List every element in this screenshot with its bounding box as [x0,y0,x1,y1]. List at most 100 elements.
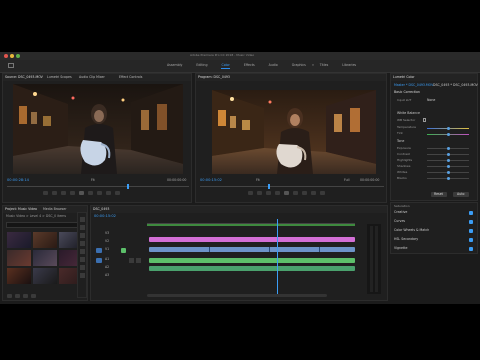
workspace-tab-audio[interactable]: Audio [269,63,278,69]
type-tool-icon[interactable] [80,273,85,278]
program-export-frame-icon[interactable] [320,191,325,195]
new-bin-icon[interactable] [23,294,28,298]
source-patch-a1[interactable] [96,258,102,263]
creative-enable-checkbox[interactable] [469,211,473,215]
contrast-slider[interactable] [427,153,469,156]
tab-source[interactable]: Source: DSC_0493.MOV [5,75,43,79]
contrast-knob[interactable] [447,153,450,156]
eyedropper-icon[interactable] [423,118,426,122]
tab-audio-clip-mixer[interactable]: Audio Clip Mixer [79,75,105,79]
selection-tool-icon[interactable] [80,217,85,222]
lumetri-source-clip[interactable]: Master * DSC_0493.MOV [394,83,433,87]
workspace-tab-color[interactable]: Color [221,63,230,70]
program-in-point-icon[interactable] [257,191,262,195]
timeline-timecode[interactable]: 00:00:15:02 [94,214,116,219]
track-label-v2[interactable]: V2 [105,239,109,243]
tab-lumetri-color[interactable]: Lumetri Color [393,75,415,79]
tab-project[interactable]: Project: Music Video [5,207,37,211]
temperature-knob[interactable] [447,127,450,130]
slip-tool-icon[interactable] [80,249,85,254]
lift-icon[interactable] [302,191,307,195]
auto-button[interactable]: Auto [453,192,469,197]
step-back-icon[interactable] [70,191,75,195]
program-zoom-select[interactable]: Fit [256,178,260,182]
new-item-icon[interactable] [31,294,36,298]
track-select-tool-icon[interactable] [80,225,85,230]
razor-tool-icon[interactable] [80,241,85,246]
edit-point[interactable] [319,247,320,252]
minimize-window-icon[interactable] [10,54,14,58]
track-label-a2[interactable]: A2 [105,265,109,269]
temperature-slider[interactable] [427,127,469,130]
blacks-slider[interactable] [427,177,469,180]
play-icon[interactable] [79,191,84,195]
workspace-tab-editing[interactable]: Editing [196,63,207,69]
workspace-tab-titles[interactable]: Titles [320,63,329,69]
program-step-forward-icon[interactable] [293,191,298,195]
workspace-overflow-icon[interactable]: » [312,63,314,67]
toggle-track-output-icon[interactable] [121,248,126,253]
thumbnail-clip[interactable] [33,232,57,248]
tab-effect-controls[interactable]: Effect Controls [119,75,142,79]
thumbnail-clip[interactable] [33,250,57,266]
source-video-frame[interactable] [13,84,183,174]
icon-view-icon[interactable] [15,294,20,298]
section-basic-correction[interactable]: Basic Correction [394,90,420,94]
section-creative[interactable]: Creative [394,210,407,214]
hand-tool-icon[interactable] [80,265,85,270]
track-label-v1[interactable]: V1 [105,247,109,251]
work-area-bar[interactable] [147,224,355,226]
program-step-back-icon[interactable] [275,191,280,195]
section-color-wheels[interactable]: Color Wheels & Match [394,228,429,232]
whites-knob[interactable] [447,171,450,174]
shadows-slider[interactable] [427,165,469,168]
section-hsl-secondary[interactable]: HSL Secondary [394,237,418,241]
section-curves[interactable]: Curves [394,219,405,223]
reset-button[interactable]: Reset [431,192,447,197]
pen-tool-icon[interactable] [80,257,85,262]
color-wheels-enable-checkbox[interactable] [469,229,473,233]
tab-program[interactable]: Program: DSC_0493 [198,75,230,79]
step-forward-icon[interactable] [88,191,93,195]
source-timecode[interactable]: 00:00:28:14 [7,178,29,183]
highlights-slider[interactable] [427,159,469,162]
marker-icon[interactable] [43,191,48,195]
exposure-knob[interactable] [447,147,450,150]
curves-enable-checkbox[interactable] [469,220,473,224]
thumbnail-clip[interactable] [33,268,57,284]
solo-track-icon[interactable] [136,258,141,263]
video-clip-v1[interactable] [149,247,355,252]
section-vignette[interactable]: Vignette [394,246,407,250]
track-label-a1[interactable]: A1 [105,257,109,261]
timeline-scrollbar[interactable] [147,294,327,297]
ripple-edit-tool-icon[interactable] [80,233,85,238]
track-label-a3[interactable]: A3 [105,273,109,277]
thumbnail-clip[interactable] [7,250,31,266]
mute-track-icon[interactable] [129,258,134,263]
program-quality-select[interactable]: Full [344,178,349,182]
tab-media-browser[interactable]: Media Browser [43,207,67,211]
extract-icon[interactable] [311,191,316,195]
out-point-icon[interactable] [61,191,66,195]
vignette-enable-checkbox[interactable] [469,247,473,251]
program-video-frame[interactable] [212,90,376,174]
tab-lumetri-scopes[interactable]: Lumetri Scopes [47,75,72,79]
in-point-icon[interactable] [52,191,57,195]
hsl-enable-checkbox[interactable] [469,238,473,242]
shadows-knob[interactable] [447,165,450,168]
program-play-icon[interactable] [284,191,289,195]
edit-point[interactable] [269,247,270,252]
timeline-playhead[interactable] [277,219,278,297]
tab-timeline-sequence[interactable]: DSC_0493 [93,207,109,211]
tint-slider[interactable] [427,133,469,136]
source-playhead[interactable] [127,184,129,189]
insert-icon[interactable] [97,191,102,195]
workspace-tab-graphics[interactable]: Graphics [292,63,306,69]
source-scrub-bar[interactable] [7,184,189,189]
project-search-input[interactable] [6,222,86,228]
audio-clip-a2[interactable] [149,266,355,271]
exposure-slider[interactable] [427,147,469,150]
overwrite-icon[interactable] [106,191,111,195]
workspace-tab-libraries[interactable]: Libraries [342,63,356,69]
lumetri-target-clip[interactable]: DSC_0493 * DSC_0493.MOV [433,83,478,87]
